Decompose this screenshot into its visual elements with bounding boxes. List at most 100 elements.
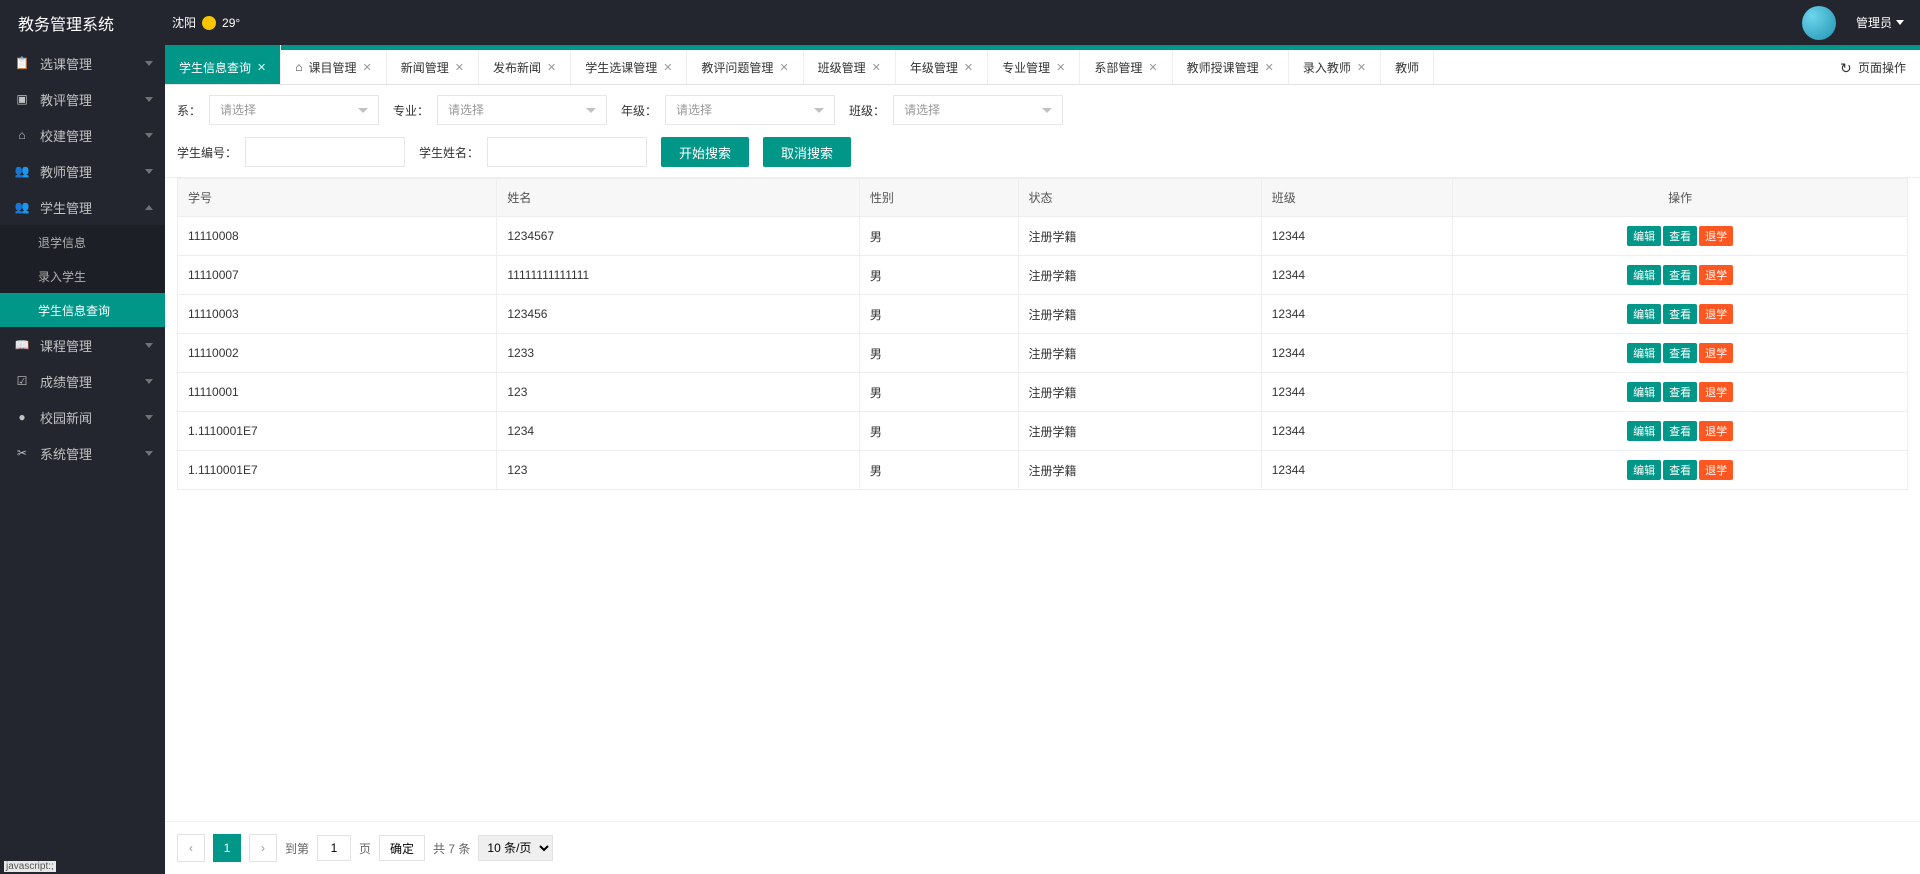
close-icon[interactable]: ✕ (455, 61, 464, 74)
tab-4[interactable]: 学生选课管理✕ (571, 50, 687, 84)
sidebar-label: 选课管理 (40, 54, 92, 73)
sidebar-item-5[interactable]: 📖课程管理 (0, 327, 165, 363)
col-header-2: 性别 (859, 179, 1018, 217)
cancel-search-button[interactable]: 取消搜索 (763, 137, 851, 167)
cell-status: 注册学籍 (1018, 217, 1261, 256)
sidebar-item-0[interactable]: 📋选课管理 (0, 45, 165, 81)
tab-5[interactable]: 教评问题管理✕ (687, 50, 803, 84)
sidebar-item-8[interactable]: ✂系统管理 (0, 435, 165, 471)
quit-button[interactable]: 退学 (1699, 304, 1733, 324)
quit-button[interactable]: 退学 (1699, 382, 1733, 402)
table-row: 1.1110001E71234男注册学籍12344编辑查看退学 (178, 412, 1908, 451)
sidebar-icon: 👥 (14, 164, 30, 178)
tab-11[interactable]: 录入教师✕ (1289, 50, 1381, 84)
view-button[interactable]: 查看 (1663, 304, 1697, 324)
sidebar-item-7[interactable]: ●校园新闻 (0, 399, 165, 435)
sidebar-item-4[interactable]: 👥 学生管理 (0, 189, 165, 225)
edit-button[interactable]: 编辑 (1627, 304, 1661, 324)
close-icon[interactable]: ✕ (1357, 61, 1366, 74)
avatar[interactable] (1802, 6, 1836, 40)
tab-3[interactable]: 发布新闻✕ (479, 50, 571, 84)
sidebar-item-3[interactable]: 👥教师管理 (0, 153, 165, 189)
app-title: 教务管理系统 (0, 11, 132, 35)
close-icon[interactable]: ✕ (547, 61, 556, 74)
class-select[interactable]: 请选择 (893, 95, 1063, 125)
quit-button[interactable]: 退学 (1699, 460, 1733, 480)
stu-no-input[interactable] (245, 137, 405, 167)
edit-button[interactable]: 编辑 (1627, 265, 1661, 285)
tab-12[interactable]: 教师 (1381, 50, 1434, 84)
quit-button[interactable]: 退学 (1699, 226, 1733, 246)
close-icon[interactable]: ✕ (257, 61, 266, 74)
quit-button[interactable]: 退学 (1699, 421, 1733, 441)
tab-2[interactable]: 新闻管理✕ (387, 50, 479, 84)
refresh-icon: ↻ (1840, 60, 1854, 74)
view-button[interactable]: 查看 (1663, 460, 1697, 480)
tab-9[interactable]: 系部管理✕ (1080, 50, 1172, 84)
stu-name-input[interactable] (487, 137, 647, 167)
grade-select[interactable]: 请选择 (665, 95, 835, 125)
cell-name: 123 (497, 373, 859, 412)
sidebar-label: 学生管理 (40, 198, 92, 217)
sidebar-icon: 👥 (14, 200, 30, 214)
view-button[interactable]: 查看 (1663, 226, 1697, 246)
user-name: 管理员 (1856, 14, 1892, 31)
caret-icon (145, 169, 153, 174)
sidebar-icon: ⌂ (14, 128, 30, 142)
prev-page-button[interactable]: ‹ (177, 834, 205, 862)
cell-actions: 编辑查看退学 (1453, 334, 1908, 373)
close-icon[interactable]: ✕ (1056, 61, 1065, 74)
edit-button[interactable]: 编辑 (1627, 382, 1661, 402)
sidebar-label: 成绩管理 (40, 372, 92, 391)
edit-button[interactable]: 编辑 (1627, 460, 1661, 480)
close-icon[interactable]: ✕ (363, 61, 372, 74)
page-operations[interactable]: ↻ 页面操作 (1826, 50, 1920, 84)
close-icon[interactable]: ✕ (1265, 61, 1274, 74)
close-icon[interactable]: ✕ (872, 61, 881, 74)
view-button[interactable]: 查看 (1663, 265, 1697, 285)
cell-class: 12344 (1261, 451, 1453, 490)
sun-icon (202, 16, 216, 30)
view-button[interactable]: 查看 (1663, 421, 1697, 441)
quit-button[interactable]: 退学 (1699, 343, 1733, 363)
sidebar-subitem-4-0[interactable]: 退学信息 (0, 225, 165, 259)
view-button[interactable]: 查看 (1663, 382, 1697, 402)
cell-actions: 编辑查看退学 (1453, 451, 1908, 490)
tab-10[interactable]: 教师授课管理✕ (1173, 50, 1289, 84)
sidebar-subitem-4-2[interactable]: 学生信息查询 (0, 293, 165, 327)
per-page-select[interactable]: 10 条/页 (478, 835, 553, 861)
edit-button[interactable]: 编辑 (1627, 343, 1661, 363)
close-icon[interactable]: ✕ (779, 61, 788, 74)
tab-8[interactable]: 专业管理✕ (988, 50, 1080, 84)
dept-label: 系： (177, 102, 201, 119)
quit-button[interactable]: 退学 (1699, 265, 1733, 285)
page-1-button[interactable]: 1 (213, 834, 241, 862)
tab-0[interactable]: 学生信息查询✕ (165, 45, 281, 84)
user-menu[interactable]: 管理员 (1856, 14, 1904, 31)
goto-page-input[interactable] (317, 835, 351, 861)
edit-button[interactable]: 编辑 (1627, 421, 1661, 441)
close-icon[interactable]: ✕ (663, 61, 672, 74)
cell-name: 1234 (497, 412, 859, 451)
close-icon[interactable]: ✕ (964, 61, 973, 74)
sidebar-label: 课程管理 (40, 336, 92, 355)
caret-icon (145, 379, 153, 384)
sidebar-item-2[interactable]: ⌂校建管理 (0, 117, 165, 153)
close-icon[interactable]: ✕ (1148, 61, 1157, 74)
tab-6[interactable]: 班级管理✕ (804, 50, 896, 84)
caret-icon (145, 97, 153, 102)
pagination: ‹ 1 › 到第 页 确定 共 7 条 10 条/页 (165, 821, 1920, 874)
sidebar-item-1[interactable]: ▣教评管理 (0, 81, 165, 117)
tab-1[interactable]: ⌂课目管理✕ (281, 50, 386, 84)
sidebar-item-6[interactable]: ☑成绩管理 (0, 363, 165, 399)
edit-button[interactable]: 编辑 (1627, 226, 1661, 246)
sidebar-subitem-4-1[interactable]: 录入学生 (0, 259, 165, 293)
tab-7[interactable]: 年级管理✕ (896, 50, 988, 84)
next-page-button[interactable]: › (249, 834, 277, 862)
cell-gender: 男 (859, 451, 1018, 490)
goto-confirm-button[interactable]: 确定 (379, 835, 425, 861)
dept-select[interactable]: 请选择 (209, 95, 379, 125)
view-button[interactable]: 查看 (1663, 343, 1697, 363)
major-select[interactable]: 请选择 (437, 95, 607, 125)
search-button[interactable]: 开始搜索 (661, 137, 749, 167)
